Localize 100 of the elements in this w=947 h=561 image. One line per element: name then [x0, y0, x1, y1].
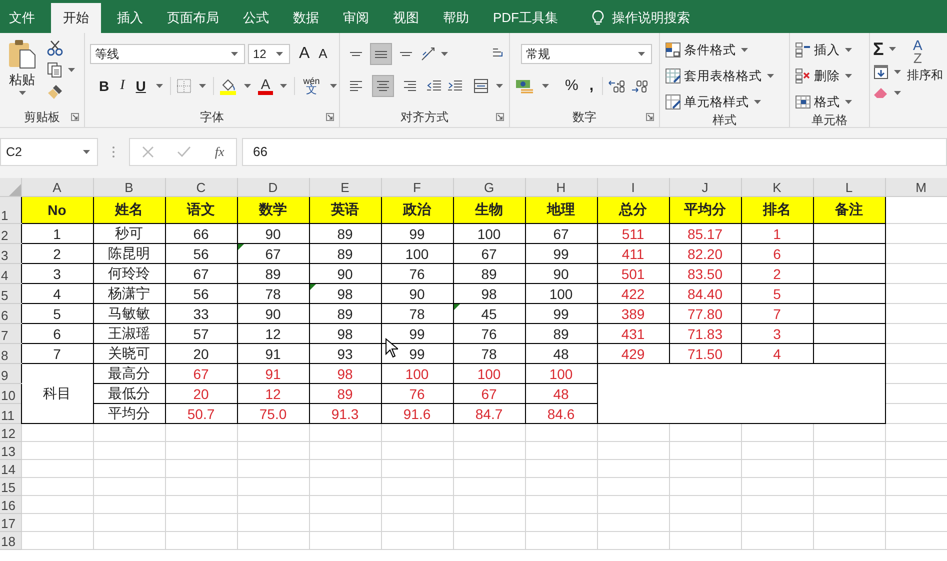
column-header[interactable]: B: [93, 178, 165, 196]
column-header[interactable]: I: [597, 178, 669, 196]
font-name-field[interactable]: 等线: [90, 44, 245, 64]
merge-cells-icon[interactable]: [473, 78, 489, 94]
phonetic-guide-button[interactable]: wén 文: [300, 77, 323, 95]
ribbon-tab[interactable]: 开始: [51, 3, 101, 33]
decrease-decimal-icon[interactable]: [630, 79, 649, 93]
column-header[interactable]: H: [525, 178, 597, 196]
row-header[interactable]: 4: [0, 264, 21, 284]
font-color-button[interactable]: A: [258, 77, 274, 95]
copy-icon[interactable]: [47, 62, 63, 78]
table-cell: 98: [309, 324, 381, 344]
table-cell: 最高分: [93, 364, 165, 384]
row-header[interactable]: 11: [0, 404, 21, 424]
ribbon-tab[interactable]: 插入: [105, 3, 155, 33]
column-header[interactable]: A: [21, 178, 93, 196]
row-header[interactable]: 18: [0, 532, 21, 550]
styles-menu-button[interactable]: 单元格样式: [665, 92, 776, 112]
column-header[interactable]: F: [381, 178, 453, 196]
row-header[interactable]: 2: [0, 224, 21, 244]
caret-icon: [741, 48, 748, 52]
cells-menu-button[interactable]: 插入: [795, 40, 854, 60]
paste-button[interactable]: 粘贴: [5, 37, 39, 107]
dialog-launcher-icon[interactable]: [646, 113, 654, 121]
row-header[interactable]: 14: [0, 460, 21, 478]
column-header[interactable]: G: [453, 178, 525, 196]
table-cell: 67: [453, 244, 525, 264]
text-orientation-icon[interactable]: [420, 46, 436, 62]
ribbon-tab[interactable]: 文件: [0, 3, 47, 33]
grow-font-button[interactable]: A: [296, 45, 313, 63]
fill-down-icon[interactable]: [873, 64, 889, 80]
sort-filter-button[interactable]: A Z 排序和: [907, 37, 943, 127]
ribbon-tab[interactable]: 审阅: [331, 3, 381, 33]
column-header[interactable]: J: [669, 178, 741, 196]
row-header[interactable]: 15: [0, 478, 21, 496]
row-header[interactable]: 6: [0, 304, 21, 324]
formula-field[interactable]: 66: [242, 138, 947, 166]
ribbon-tab[interactable]: 数据: [281, 3, 331, 33]
column-header[interactable]: D: [237, 178, 309, 196]
autosum-button[interactable]: Σ: [873, 40, 884, 58]
column-header[interactable]: K: [741, 178, 813, 196]
italic-button[interactable]: I: [117, 77, 128, 95]
percent-button[interactable]: %: [562, 77, 582, 95]
ribbon-tab[interactable]: 视图: [381, 3, 431, 33]
insert-cells-icon: [795, 42, 811, 58]
table-cell: 4: [21, 284, 93, 304]
comma-style-button[interactable]: ,: [586, 77, 597, 95]
table-cell: 501: [597, 264, 669, 284]
column-header[interactable]: C: [165, 178, 237, 196]
row-header[interactable]: 12: [0, 424, 21, 442]
number-format-field[interactable]: 常规: [521, 44, 652, 64]
table-cell: 100: [453, 224, 525, 244]
align-center-button[interactable]: [372, 75, 394, 97]
currency-icon[interactable]: [515, 78, 535, 94]
name-box[interactable]: C2: [0, 138, 98, 166]
shrink-font-button[interactable]: A: [316, 45, 330, 63]
row-header[interactable]: 3: [0, 244, 21, 264]
column-header[interactable]: E: [309, 178, 381, 196]
row-header[interactable]: 10: [0, 384, 21, 404]
row-header[interactable]: 5: [0, 284, 21, 304]
drag-handle-icon[interactable]: [112, 146, 115, 158]
ribbon-tab[interactable]: 公式: [231, 3, 281, 33]
row-header[interactable]: 13: [0, 442, 21, 460]
eraser-icon[interactable]: [873, 86, 889, 100]
dialog-launcher-icon[interactable]: [496, 113, 504, 121]
ribbon-tab[interactable]: 帮助: [431, 3, 481, 33]
group-label: 字体: [200, 108, 224, 126]
dialog-launcher-icon[interactable]: [326, 113, 334, 121]
dialog-launcher-icon[interactable]: [71, 113, 79, 121]
paintbrush-icon[interactable]: [47, 84, 63, 100]
increase-decimal-icon[interactable]: [608, 79, 626, 93]
cells-menu-button[interactable]: 格式: [795, 92, 854, 112]
underline-button[interactable]: U: [132, 77, 149, 95]
font-size-field[interactable]: 12: [248, 44, 290, 64]
styles-menu-button[interactable]: 条件格式: [665, 40, 776, 60]
scissors-icon[interactable]: [47, 40, 63, 56]
ribbon-tab[interactable]: PDF工具集: [481, 3, 570, 33]
column-header[interactable]: L: [813, 178, 885, 196]
tell-me-search[interactable]: 操作说明搜索: [570, 3, 690, 33]
row-header[interactable]: 9: [0, 364, 21, 384]
row-header[interactable]: 7: [0, 324, 21, 344]
fill-color-icon[interactable]: [218, 77, 237, 95]
row-header[interactable]: 16: [0, 496, 21, 514]
align-middle-button[interactable]: [370, 43, 392, 65]
caret-icon: [894, 70, 901, 74]
styles-menu-button[interactable]: 套用表格格式: [665, 66, 776, 86]
ribbon-tab[interactable]: 页面布局: [155, 3, 231, 33]
bold-button[interactable]: B: [96, 77, 112, 95]
row-header[interactable]: 8: [0, 344, 21, 364]
table-cell: 389: [597, 304, 669, 324]
row-header[interactable]: 17: [0, 514, 21, 532]
insert-function-button[interactable]: fx: [214, 144, 224, 160]
cells-menu-button[interactable]: 删除: [795, 66, 854, 86]
row-header[interactable]: 1: [0, 196, 21, 224]
enter-checkmark-icon[interactable]: [177, 146, 192, 158]
table-cell: 71.83: [669, 324, 741, 344]
table-cell: 66: [165, 224, 237, 244]
column-header[interactable]: M: [885, 178, 947, 196]
caret-icon: [280, 84, 288, 88]
borders-icon[interactable]: [176, 78, 192, 94]
